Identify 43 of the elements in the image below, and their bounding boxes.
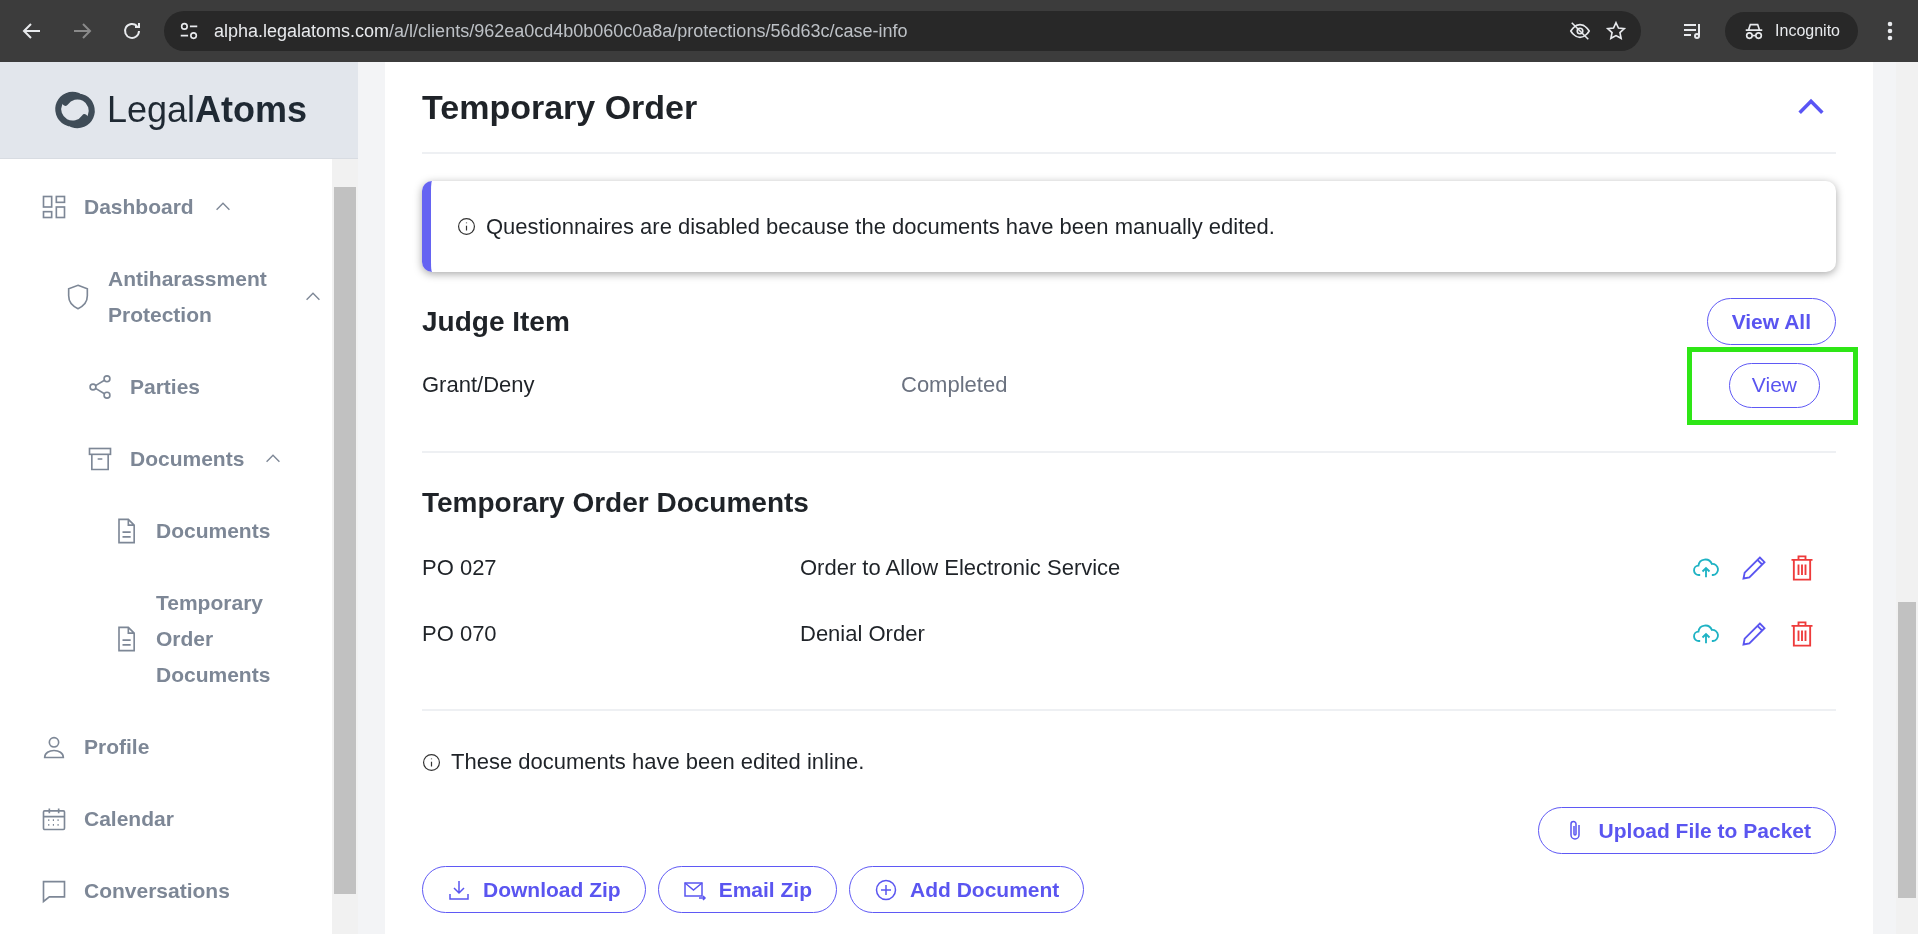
action-button[interactable]: Download Zip <box>422 866 646 913</box>
site-settings-icon[interactable] <box>178 20 200 42</box>
notice-text: Questionnaires are disabled because the documents have been manually edited. <box>486 213 1275 240</box>
action-button[interactable]: Add Document <box>849 866 1085 913</box>
address-bar[interactable]: alpha.legalatoms.com/a/l/clients/962ea0cd4b0b060c0a8a/protections/56d63c/case-info <box>164 11 1642 51</box>
nav-item[interactable]: Antiharassment Protection <box>108 261 280 333</box>
info-icon <box>422 752 441 772</box>
section-heading: Temporary Order Documents <box>422 487 810 519</box>
document-title: Order to Allow Electronic Service <box>800 555 1121 581</box>
nav-item[interactable]: Calendar <box>84 801 174 837</box>
upload-button[interactable]: Upload File to Packet <box>1537 807 1836 854</box>
nav-item[interactable]: Parties <box>130 369 201 405</box>
nav-item[interactable]: Temporary Order Documents <box>156 585 286 693</box>
item-name: Grant/Deny <box>422 372 536 398</box>
pencil-icon[interactable] <box>1740 620 1768 648</box>
nav-item[interactable]: Documents <box>156 513 271 549</box>
star-icon[interactable] <box>1605 20 1628 42</box>
action-button[interactable]: Email Zip <box>657 866 837 913</box>
document-code: PO 070 <box>422 621 498 647</box>
document-code: PO 027 <box>422 555 498 581</box>
nav-item[interactable]: Documents <box>130 441 245 477</box>
archive-box-icon <box>86 445 114 473</box>
pencil-icon[interactable] <box>1740 554 1768 582</box>
nav-item[interactable]: Conversations <box>84 873 230 909</box>
nav-item[interactable]: Dashboard <box>84 189 194 225</box>
section-heading: Judge Item <box>422 305 570 338</box>
nav-item[interactable]: Profile <box>84 729 150 765</box>
incognito-badge[interactable]: Incognito <box>1725 12 1858 50</box>
document-title: Denial Order <box>800 621 925 647</box>
section-title: Temporary Order <box>422 87 698 127</box>
eye-off-icon[interactable] <box>1569 20 1592 42</box>
scrollbar[interactable] <box>1896 62 1918 934</box>
plus-circle-icon <box>874 877 898 902</box>
info-icon <box>457 217 476 236</box>
item-status: Completed <box>901 372 1008 398</box>
view-button[interactable]: View <box>1728 362 1820 408</box>
note-text: These documents have been edited inline. <box>451 749 865 775</box>
logo-text[interactable]: LegalAtoms <box>106 89 308 131</box>
scrollbar[interactable] <box>332 159 358 934</box>
grid-icon <box>40 193 68 221</box>
share-icon <box>86 373 114 401</box>
url-text: alpha.legalatoms.com/a/l/clients/962ea0cd4b0b060c0a8a/protections/56d63c/case-info <box>214 20 908 42</box>
view-all-button[interactable]: View All <box>1706 298 1836 345</box>
